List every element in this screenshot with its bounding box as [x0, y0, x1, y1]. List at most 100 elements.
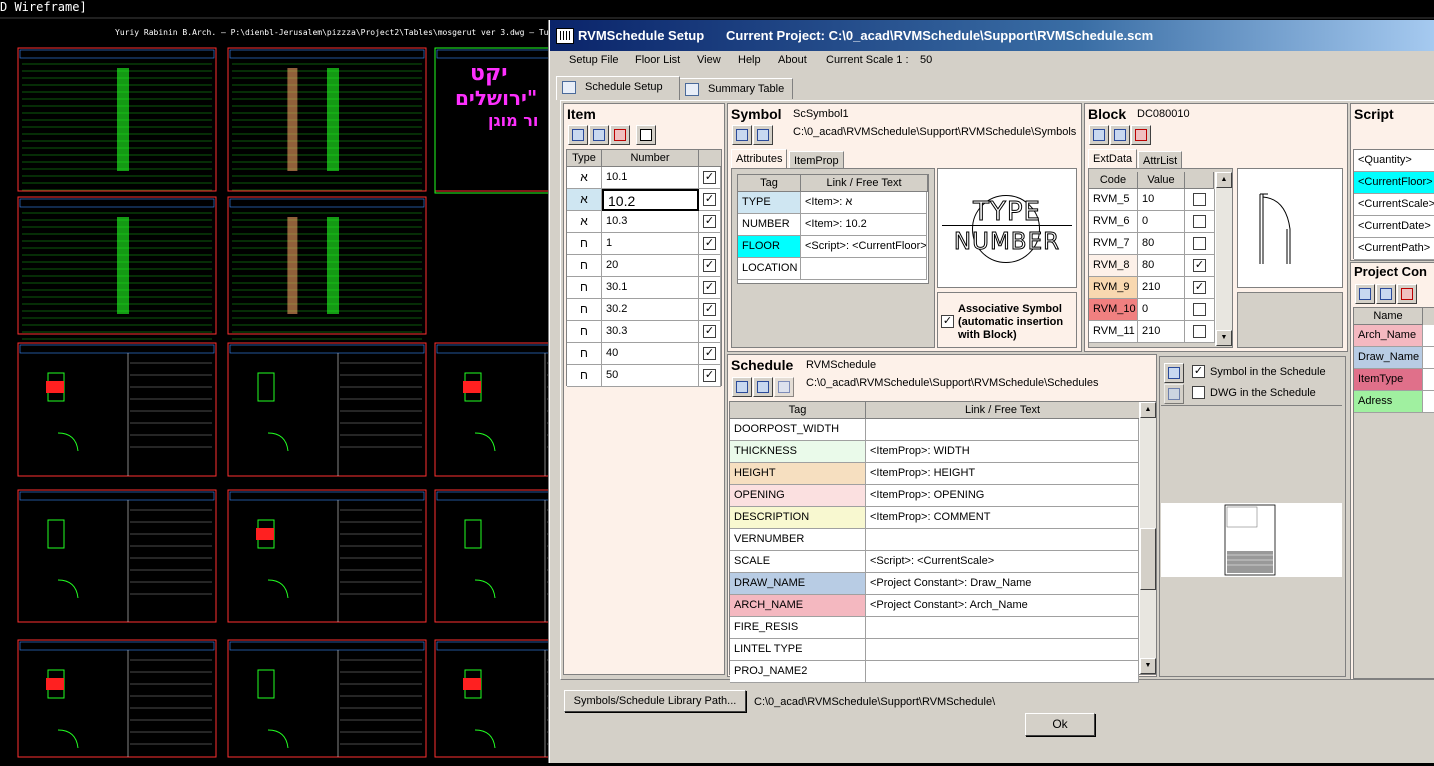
constant-value-cell[interactable] [1423, 347, 1434, 369]
dwg-in-schedule-checkbox[interactable] [1192, 386, 1205, 399]
item-type-cell[interactable]: א [567, 167, 602, 189]
sched-tag-cell[interactable]: SCALE [730, 551, 866, 573]
sched-tag-cell[interactable]: VERNUMBER [730, 529, 866, 551]
sched-link-cell[interactable]: <ItemProp>: HEIGHT [866, 463, 1139, 485]
dwg-preview-button[interactable] [1164, 384, 1184, 404]
item-checkbox[interactable]: ✓ [703, 369, 716, 382]
sched-link-cell[interactable] [866, 529, 1139, 551]
constant-value-cell[interactable] [1423, 391, 1434, 413]
sched-tag-cell[interactable]: PROJ_NAME2 [730, 661, 866, 683]
sched-link-cell[interactable] [866, 617, 1139, 639]
constant-value-cell[interactable] [1423, 369, 1434, 391]
item-checkbox[interactable]: ✓ [703, 237, 716, 250]
tab-schedule-setup[interactable]: Schedule Setup [556, 76, 680, 100]
item-checkbox[interactable]: ✓ [703, 325, 716, 338]
schedule-preview-button[interactable] [1164, 363, 1184, 383]
item-type-cell[interactable]: א [567, 211, 602, 233]
sched-tag-cell[interactable]: DESCRIPTION [730, 507, 866, 529]
ext-checkbox[interactable] [1193, 193, 1206, 206]
ext-code-cell[interactable]: RVM_9 [1089, 277, 1138, 299]
ext-code-cell[interactable]: RVM_6 [1089, 211, 1138, 233]
sched-tag-cell[interactable]: FIRE_RESIS [730, 617, 866, 639]
ext-value-cell[interactable]: 0 [1138, 299, 1185, 321]
item-number-cell[interactable]: 30.3 [602, 321, 699, 343]
ext-code-cell[interactable]: RVM_8 [1089, 255, 1138, 277]
constant-name-cell[interactable]: Arch_Name [1354, 325, 1423, 347]
ext-scrollbar[interactable]: ▲ ▼ [1215, 172, 1232, 346]
item-type-cell[interactable]: ח [567, 321, 602, 343]
sched-scroll-up[interactable]: ▲ [1140, 402, 1156, 418]
constant-name-cell[interactable]: ItemType [1354, 369, 1423, 391]
library-path-button[interactable]: Symbols/Schedule Library Path... [564, 690, 746, 712]
item-type-cell[interactable]: ח [567, 255, 602, 277]
constant-name-cell[interactable]: Adress [1354, 391, 1423, 413]
insert-symbol-button[interactable] [753, 125, 773, 145]
constant-value-cell[interactable] [1423, 325, 1434, 347]
sched-link-cell[interactable]: <Project Constant>: Arch_Name [866, 595, 1139, 617]
tab-summary-table[interactable]: Summary Table [679, 78, 793, 99]
attr-tag-cell[interactable]: FLOOR [738, 236, 801, 258]
item-number-cell[interactable]: 30.2 [602, 299, 699, 321]
ext-value-cell[interactable]: 210 [1138, 277, 1185, 299]
copy-item-button[interactable] [589, 125, 609, 145]
ext-checkbox[interactable] [1193, 237, 1206, 250]
constant-name-cell[interactable]: Draw_Name [1354, 347, 1423, 369]
attr-tag-cell[interactable]: LOCATION [738, 258, 801, 280]
ext-value-cell[interactable]: 0 [1138, 211, 1185, 233]
schedule-scrollbar[interactable]: ▲ ▼ [1139, 402, 1156, 674]
ext-checkbox[interactable] [1193, 325, 1206, 338]
sched-link-cell[interactable]: <ItemProp>: COMMENT [866, 507, 1139, 529]
ext-code-cell[interactable]: RVM_7 [1089, 233, 1138, 255]
check-all-button[interactable] [636, 125, 656, 145]
sched-tag-cell[interactable]: DRAW_NAME [730, 573, 866, 595]
sched-link-cell[interactable]: <ItemProp>: WIDTH [866, 441, 1139, 463]
attr-tag-cell[interactable]: TYPE [738, 192, 801, 214]
sched-link-cell[interactable]: <ItemProp>: OPENING [866, 485, 1139, 507]
menu-about[interactable]: About [778, 54, 807, 66]
item-checkbox[interactable]: ✓ [703, 193, 716, 206]
menu-setup-file[interactable]: Setup File [569, 54, 619, 66]
ext-checkbox[interactable]: ✓ [1193, 281, 1206, 294]
item-number-cell[interactable]: 10.3 [602, 211, 699, 233]
insert-schedule-button[interactable] [753, 377, 773, 397]
menu-view[interactable]: View [697, 54, 721, 66]
ext-value-cell[interactable]: 80 [1138, 233, 1185, 255]
script-item[interactable]: <CurrentFloor> [1354, 172, 1434, 194]
edit-constant-button[interactable] [1376, 284, 1396, 304]
ext-code-cell[interactable]: RVM_5 [1089, 189, 1138, 211]
insert-block-button[interactable] [1110, 125, 1130, 145]
viewport-label[interactable]: D Wireframe] [0, 0, 87, 14]
attr-link-cell[interactable] [801, 258, 927, 280]
item-number-cell[interactable]: 1 [602, 233, 699, 255]
add-item-button[interactable] [568, 125, 588, 145]
add-constant-button[interactable] [1355, 284, 1375, 304]
sched-scroll-down[interactable]: ▼ [1140, 658, 1156, 674]
script-item[interactable]: <CurrentDate> [1354, 216, 1434, 238]
ok-button[interactable]: Ok [1025, 713, 1095, 736]
menu-floor-list[interactable]: Floor List [635, 54, 680, 66]
script-item[interactable]: <Quantity> [1354, 150, 1434, 172]
sched-tag-cell[interactable]: OPENING [730, 485, 866, 507]
ext-value-cell[interactable]: 210 [1138, 321, 1185, 343]
ext-code-cell[interactable]: RVM_10 [1089, 299, 1138, 321]
item-type-cell[interactable]: ח [567, 365, 602, 387]
sched-link-cell[interactable] [866, 661, 1139, 683]
pick-block-button[interactable] [1089, 125, 1109, 145]
ext-checkbox[interactable] [1193, 215, 1206, 228]
delete-item-button[interactable] [610, 125, 630, 145]
item-checkbox[interactable]: ✓ [703, 259, 716, 272]
sched-tag-cell[interactable]: ARCH_NAME [730, 595, 866, 617]
sched-tag-cell[interactable]: LINTEL TYPE [730, 639, 866, 661]
dialog-titlebar[interactable]: RVMSchedule Setup Current Project: C:\0_… [550, 20, 1434, 51]
ext-checkbox[interactable] [1193, 303, 1206, 316]
tab-attributes[interactable]: Attributes [731, 149, 788, 168]
attr-link-cell[interactable]: <Item>: 10.2 [801, 214, 927, 236]
item-number-cell[interactable]: 10.2 [602, 189, 699, 211]
item-number-cell[interactable]: 50 [602, 365, 699, 387]
item-type-cell[interactable]: ח [567, 343, 602, 365]
item-number-cell[interactable]: 20 [602, 255, 699, 277]
sched-tag-cell[interactable]: DOORPOST_WIDTH [730, 419, 866, 441]
ext-scroll-up[interactable]: ▲ [1216, 172, 1232, 188]
delete-block-button[interactable] [1131, 125, 1151, 145]
script-item[interactable]: <CurrentPath> [1354, 238, 1434, 260]
